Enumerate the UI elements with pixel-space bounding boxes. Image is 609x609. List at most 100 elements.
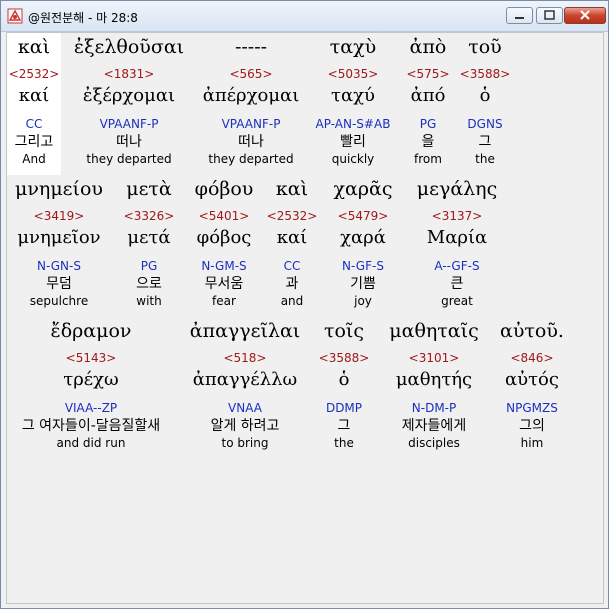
lemma: αὐτός xyxy=(505,369,559,390)
strong-number: <846> xyxy=(510,351,554,365)
morphology-code: DDMP xyxy=(325,401,363,415)
word-block[interactable]: καὶ <2532> καί CC 그리고 And xyxy=(7,33,61,175)
greek-word: καὶ xyxy=(275,178,309,200)
greek-word: ἀπαγγεῖλαι xyxy=(189,320,301,342)
morphology-code: N-GM-S xyxy=(201,259,247,273)
greek-word: μαθηταῖς xyxy=(389,320,479,342)
strong-number: <3326> xyxy=(123,209,175,223)
english-gloss: they departed xyxy=(86,152,172,166)
app-icon[interactable] xyxy=(7,8,23,24)
korean-gloss: 그 xyxy=(337,418,351,434)
greek-word: τοῦ xyxy=(468,36,502,58)
strong-number: <5401> xyxy=(198,209,250,223)
greek-word: φόβου xyxy=(194,178,254,200)
english-gloss: sepulchre xyxy=(29,294,89,308)
korean-gloss: 그리고 xyxy=(14,134,54,150)
greek-word: μετὰ xyxy=(126,178,172,200)
korean-gloss: 그 여자들이-달음질할새 xyxy=(21,418,161,434)
morphology-code: A--GF-S xyxy=(434,259,480,273)
greek-word: τοῖς xyxy=(323,320,365,342)
morphology-code: NPGMZS xyxy=(506,401,558,415)
word-block[interactable]: ἔδραμον <5143> τρέχω VIAA--ZP 그 여자들이-달음질… xyxy=(6,317,176,451)
korean-gloss: 큰 xyxy=(450,276,464,292)
word-block[interactable]: ἀπαγγεῖλαι <518> ἀπαγγέλλω VNAA 알게 하려고 t… xyxy=(185,317,305,451)
lemma: τρέχω xyxy=(63,369,119,390)
lemma: ὁ xyxy=(338,369,350,390)
word-block[interactable]: χαρᾶς <5479> χαρά N-GF-S 기쁨 joy xyxy=(323,175,403,309)
english-gloss: And xyxy=(22,152,46,166)
word-block[interactable]: φόβου <5401> φόβος N-GM-S 무서움 fear xyxy=(184,175,264,309)
window-title: @원전분해 - 마 28:8 xyxy=(28,11,138,25)
morphology-code: N-DM-P xyxy=(411,401,457,415)
morphology-code: N-GN-S xyxy=(37,259,81,273)
english-gloss: disciples xyxy=(408,436,460,450)
korean-gloss: 떠나 xyxy=(116,134,142,150)
korean-gloss: 무서움 xyxy=(204,276,244,292)
morphology-code: CC xyxy=(25,117,43,131)
morphology-code: VPAANF-P xyxy=(99,117,159,131)
strong-number: <2532> xyxy=(266,209,318,223)
english-gloss: him xyxy=(520,436,544,450)
morphology-code: PG xyxy=(140,259,158,273)
greek-word: ἐξελθοῦσαι xyxy=(73,36,185,58)
korean-gloss: 과 xyxy=(285,276,299,292)
korean-gloss: 기쁨 xyxy=(350,276,376,292)
strong-number: <3419> xyxy=(33,209,85,223)
lemma: καί xyxy=(18,85,50,106)
korean-gloss: 알게 하려고 xyxy=(210,418,280,434)
lemma: μνημεῖον xyxy=(17,227,101,248)
morphology-code: CC xyxy=(283,259,301,273)
maximize-button[interactable] xyxy=(536,7,563,24)
english-gloss: with xyxy=(136,294,162,308)
word-block[interactable]: μνημείου <3419> μνημεῖον N-GN-S 무덤 sepul… xyxy=(0,175,119,309)
lemma: μετά xyxy=(127,227,171,248)
greek-word: αὐτοῦ. xyxy=(500,320,564,342)
strong-number: <3137> xyxy=(431,209,483,223)
minimize-button[interactable] xyxy=(506,7,533,24)
word-block[interactable]: μεγάλης <3137> Μαρία A--GF-S 큰 great xyxy=(397,175,517,309)
greek-word: ἔδραμον xyxy=(50,320,132,342)
lemma: Μαρία xyxy=(426,227,488,248)
word-block[interactable]: αὐτοῦ. <846> αὐτός NPGMZS 그의 him xyxy=(487,317,577,451)
strong-number: <5479> xyxy=(337,209,389,223)
morphology-code: N-GF-S xyxy=(342,259,384,273)
strong-number: <3101> xyxy=(408,351,460,365)
greek-word: μεγάλης xyxy=(416,178,498,200)
word-block[interactable]: ἐξελθοῦσαι <1831> ἐξέρχομαι VPAANF-P 떠나 … xyxy=(69,33,189,167)
strong-number: <3588> xyxy=(459,67,511,81)
korean-gloss: 무덤 xyxy=(46,276,72,292)
korean-gloss: 그의 xyxy=(519,418,545,434)
close-button[interactable] xyxy=(564,7,606,24)
english-gloss: joy xyxy=(354,294,372,308)
english-gloss: fear xyxy=(212,294,236,308)
word-block[interactable]: καὶ <2532> καί CC 과 and xyxy=(262,175,322,309)
english-gloss: and did run xyxy=(56,436,126,450)
lemma: μαθητής xyxy=(395,369,473,390)
greek-word: μνημείου xyxy=(15,178,103,200)
english-gloss: and xyxy=(280,294,304,308)
english-gloss: great xyxy=(441,294,473,308)
word-block[interactable]: τοῦ <3588> ὁ DGNS 그 the xyxy=(450,33,520,167)
strong-number: <3588> xyxy=(318,351,370,365)
greek-word: χαρᾶς xyxy=(333,178,393,200)
english-gloss: the xyxy=(475,152,495,166)
word-block[interactable]: τοῖς <3588> ὁ DDMP 그 the xyxy=(309,317,379,451)
word-block[interactable]: μαθηταῖς <3101> μαθητής N-DM-P 제자들에게 dis… xyxy=(379,317,489,451)
strong-number: <2532> xyxy=(8,67,60,81)
morphology-code: VIAA--ZP xyxy=(64,401,118,415)
lemma: ὁ xyxy=(479,85,491,106)
app-window: @원전분해 - 마 28:8 καὶ <2532> καί CC 그리고 And… xyxy=(0,0,609,609)
title-bar[interactable]: @원전분해 - 마 28:8 xyxy=(1,1,608,32)
strong-number: <518> xyxy=(223,351,267,365)
strong-number: <5143> xyxy=(65,351,117,365)
lemma: ἐξέρχομαι xyxy=(82,85,176,106)
strong-number: <1831> xyxy=(103,67,155,81)
korean-gloss: 으로 xyxy=(136,276,162,292)
lemma: καί xyxy=(276,227,308,248)
morphology-code: VNAA xyxy=(228,401,262,415)
english-gloss: to bring xyxy=(221,436,269,450)
word-block[interactable]: μετὰ <3326> μετά PG 으로 with xyxy=(109,175,189,309)
korean-gloss: 제자들에게 xyxy=(401,418,467,434)
english-gloss: the xyxy=(334,436,354,450)
morphology-code: DGNS xyxy=(467,117,503,131)
